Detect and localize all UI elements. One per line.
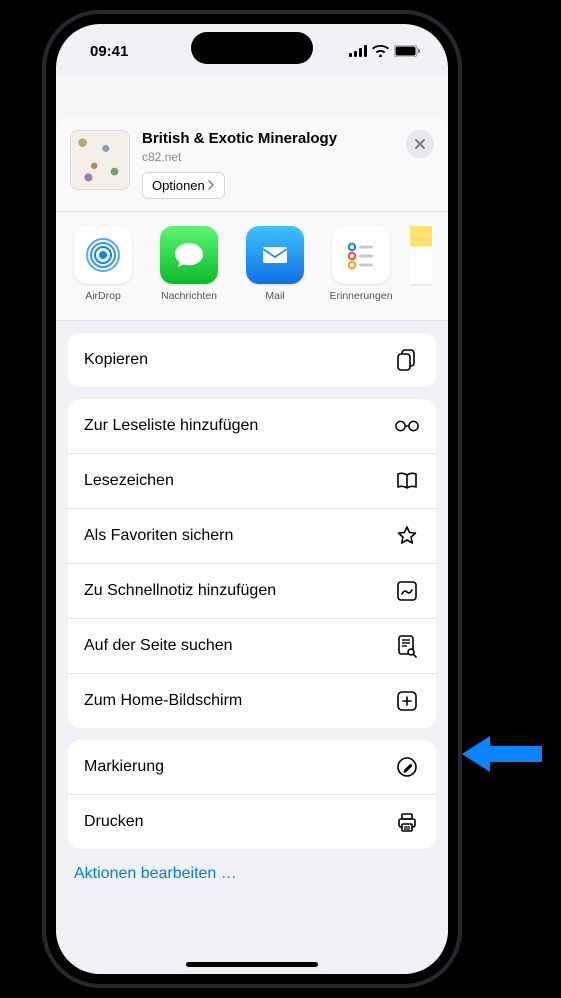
action-quick-note[interactable]: Zu Schnellnotiz hinzufügen bbox=[68, 564, 436, 619]
close-icon bbox=[414, 138, 426, 150]
app-notes[interactable] bbox=[410, 226, 432, 302]
home-indicator[interactable] bbox=[186, 962, 318, 967]
app-airdrop[interactable]: AirDrop bbox=[72, 226, 134, 302]
action-bookmark[interactable]: Lesezeichen bbox=[68, 454, 436, 509]
markup-icon bbox=[394, 754, 420, 780]
action-label: Auf der Seite suchen bbox=[84, 637, 233, 655]
status-time: 09:41 bbox=[90, 43, 128, 60]
quicknote-icon bbox=[394, 578, 420, 604]
chevron-right-icon bbox=[207, 180, 215, 190]
glasses-icon bbox=[394, 413, 420, 439]
app-reminders[interactable]: Erinnerungen bbox=[330, 226, 392, 302]
app-label: Nachrichten bbox=[161, 290, 217, 302]
sheet-header: British & Exotic Mineralogy c82.net Opti… bbox=[56, 116, 448, 212]
action-label: Markierung bbox=[84, 758, 164, 776]
page-thumbnail bbox=[70, 130, 130, 190]
reminders-icon bbox=[332, 226, 390, 284]
action-label: Zum Home-Bildschirm bbox=[84, 692, 242, 710]
star-icon bbox=[394, 523, 420, 549]
notes-icon bbox=[410, 226, 432, 284]
options-label: Optionen bbox=[152, 178, 205, 193]
app-label: AirDrop bbox=[85, 290, 121, 302]
edit-actions-link[interactable]: Aktionen bearbeiten … bbox=[68, 861, 436, 893]
action-group-secondary: Markierung Drucken bbox=[68, 740, 436, 849]
screen: 09:41 British & Exotic Mineralogy c82.ne… bbox=[56, 24, 448, 974]
callout-arrow bbox=[462, 736, 542, 772]
share-sheet: British & Exotic Mineralogy c82.net Opti… bbox=[56, 116, 448, 974]
document-search-icon bbox=[394, 633, 420, 659]
action-label: Kopieren bbox=[84, 351, 148, 369]
action-reading-list[interactable]: Zur Leseliste hinzufügen bbox=[68, 399, 436, 454]
action-label: Drucken bbox=[84, 813, 144, 831]
app-row[interactable]: AirDrop Nachrichten Mail bbox=[56, 212, 448, 321]
action-markup[interactable]: Markierung bbox=[68, 740, 436, 795]
cellular-icon bbox=[349, 45, 367, 57]
wifi-icon bbox=[372, 45, 389, 57]
copy-icon bbox=[394, 347, 420, 373]
action-favorite[interactable]: Als Favoriten sichern bbox=[68, 509, 436, 564]
status-right bbox=[349, 45, 420, 57]
app-label: Erinnerungen bbox=[329, 290, 392, 302]
actions-list[interactable]: Kopieren Zur Leseliste hinzufügen bbox=[56, 321, 448, 974]
printer-icon bbox=[394, 809, 420, 835]
action-find-on-page[interactable]: Auf der Seite suchen bbox=[68, 619, 436, 674]
action-label: Als Favoriten sichern bbox=[84, 527, 233, 545]
phone-bezel: 09:41 British & Exotic Mineralogy c82.ne… bbox=[46, 14, 458, 984]
battery-icon bbox=[394, 45, 420, 57]
mail-icon bbox=[246, 226, 304, 284]
page-title: British & Exotic Mineralogy bbox=[142, 130, 400, 149]
phone-frame: 09:41 British & Exotic Mineralogy c82.ne… bbox=[42, 10, 462, 988]
action-print[interactable]: Drucken bbox=[68, 795, 436, 849]
action-label: Zur Leseliste hinzufügen bbox=[84, 417, 258, 435]
book-icon bbox=[394, 468, 420, 494]
messages-icon bbox=[160, 226, 218, 284]
action-group-copy: Kopieren bbox=[68, 333, 436, 387]
action-add-to-home[interactable]: Zum Home-Bildschirm bbox=[68, 674, 436, 728]
close-button[interactable] bbox=[406, 130, 434, 158]
page-domain: c82.net bbox=[142, 150, 400, 164]
plus-square-icon bbox=[394, 688, 420, 714]
action-label: Zu Schnellnotiz hinzufügen bbox=[84, 582, 276, 600]
header-text: British & Exotic Mineralogy c82.net Opti… bbox=[142, 130, 434, 199]
app-messages[interactable]: Nachrichten bbox=[158, 226, 220, 302]
options-button[interactable]: Optionen bbox=[142, 172, 225, 199]
dynamic-island bbox=[191, 32, 313, 64]
action-copy[interactable]: Kopieren bbox=[68, 333, 436, 387]
app-label: Mail bbox=[265, 290, 284, 302]
action-group-main: Zur Leseliste hinzufügen Lesezeichen bbox=[68, 399, 436, 728]
airdrop-icon bbox=[74, 226, 132, 284]
app-mail[interactable]: Mail bbox=[244, 226, 306, 302]
action-label: Lesezeichen bbox=[84, 472, 174, 490]
